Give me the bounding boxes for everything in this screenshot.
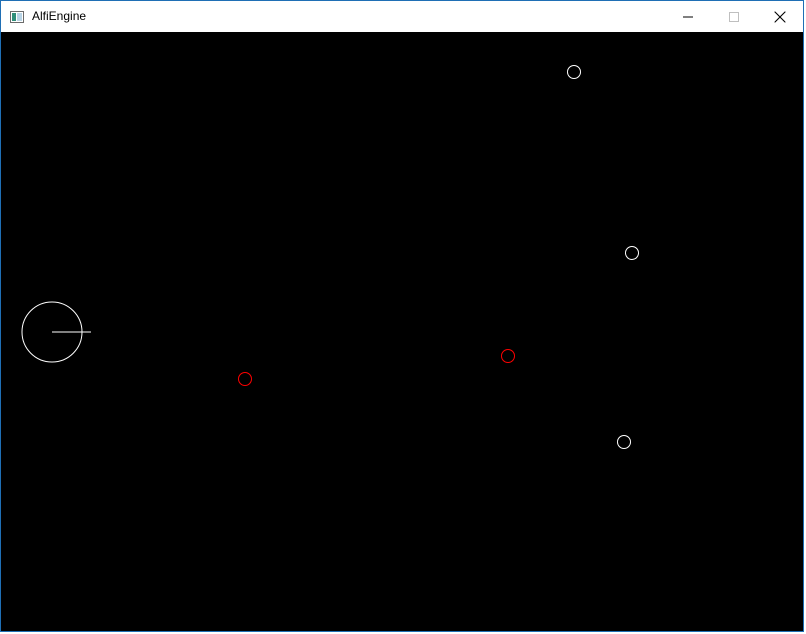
minimize-button[interactable] bbox=[665, 1, 711, 32]
game-canvas[interactable] bbox=[1, 32, 803, 631]
player-ship bbox=[21, 301, 91, 363]
white-orb bbox=[617, 435, 631, 449]
white-orb bbox=[625, 246, 639, 260]
minimize-icon bbox=[683, 16, 693, 17]
white-orb bbox=[567, 65, 581, 79]
maximize-icon bbox=[729, 11, 739, 22]
red-orb bbox=[238, 372, 252, 386]
title-bar[interactable]: AlfiEngine bbox=[1, 1, 803, 32]
red-orb bbox=[501, 349, 515, 363]
window-title: AlfiEngine bbox=[32, 9, 87, 23]
maximize-button[interactable] bbox=[711, 1, 757, 32]
window-controls bbox=[665, 1, 803, 32]
app-window-icon[interactable] bbox=[10, 10, 24, 23]
close-button[interactable] bbox=[757, 1, 803, 32]
app-window: AlfiEngine bbox=[0, 0, 804, 632]
close-icon bbox=[774, 11, 786, 22]
game-scene bbox=[21, 65, 639, 449]
